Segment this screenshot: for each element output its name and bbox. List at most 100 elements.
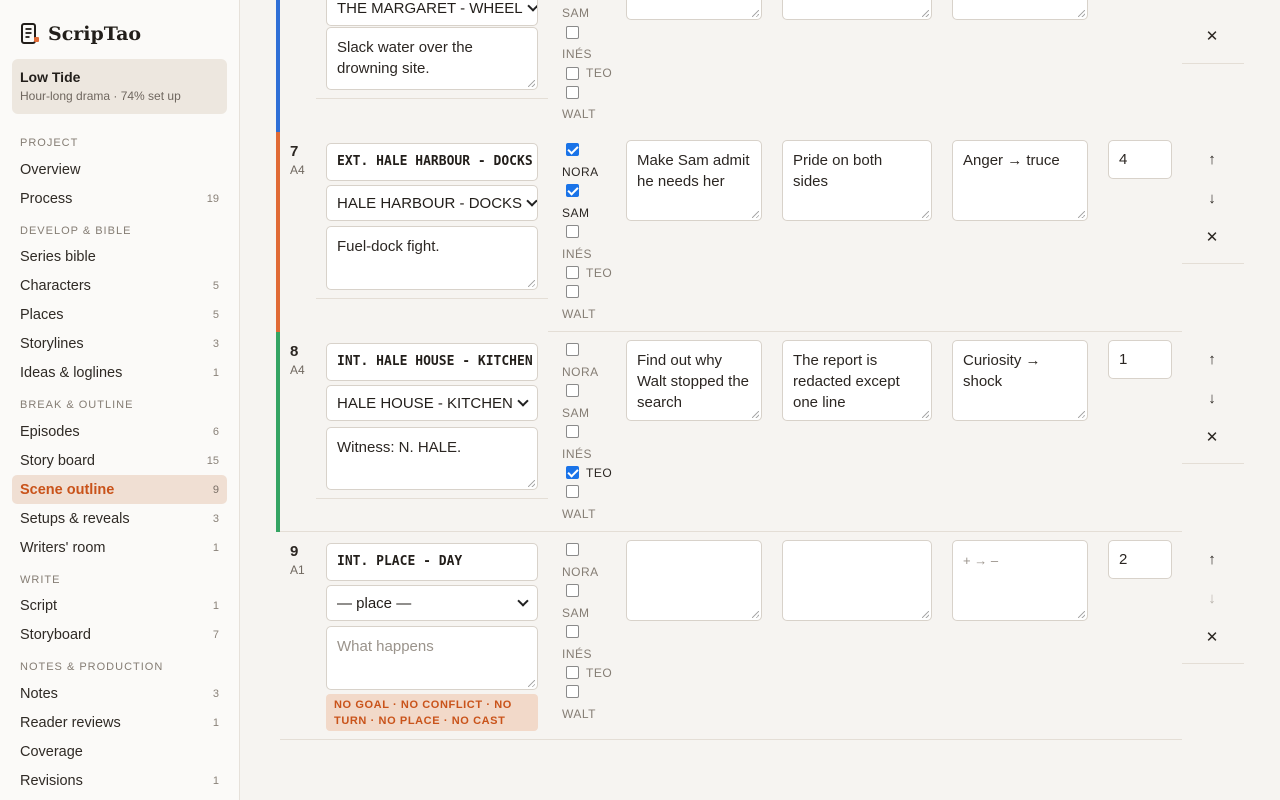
cast-checkbox-nora[interactable] xyxy=(566,143,579,156)
place-select[interactable]: HALE HOUSE - KITCHEN xyxy=(326,385,538,421)
cast-label-nora: NORA xyxy=(562,165,599,179)
cast-label-walt: WALT xyxy=(562,107,596,121)
cast-checkbox-teo[interactable] xyxy=(566,67,579,80)
cast-checkbox-ines[interactable] xyxy=(566,625,579,638)
scene-outline-main: THE MARGARET - WHEEL Slack water over th… xyxy=(240,0,1280,800)
arrow-down-icon: ↓ xyxy=(1208,189,1216,207)
cast-checkbox-sam[interactable] xyxy=(566,184,579,197)
sidebar-item-writers-room[interactable]: Writers' room 1 xyxy=(12,533,227,562)
sidebar-item-episodes[interactable]: Episodes 6 xyxy=(12,417,227,446)
cast-checkbox-walt[interactable] xyxy=(566,485,579,498)
conflict-textarea[interactable] xyxy=(782,540,932,621)
nav-label: Series bible xyxy=(20,248,96,265)
sidebar-item-scene-outline[interactable]: Scene outline 9 xyxy=(12,475,227,504)
move-up-button[interactable]: ↑ xyxy=(1182,340,1242,378)
nav-label: Notes xyxy=(20,685,58,702)
conflict-textarea[interactable]: The report is redacted except one line xyxy=(782,340,932,421)
sidebar-item-ideas-loglines[interactable]: Ideas & loglines 1 xyxy=(12,358,227,387)
nav-label: Ideas & loglines xyxy=(20,364,123,381)
project-title: Low Tide xyxy=(20,69,81,85)
cast-checkbox-ines[interactable] xyxy=(566,425,579,438)
project-card[interactable]: Low Tide Hour-long drama · 74% set up xyxy=(12,59,227,114)
place-select-value: — place — xyxy=(337,594,412,612)
nav-count: 15 xyxy=(206,454,219,467)
place-select-value: THE MARGARET - WHEEL xyxy=(337,0,523,17)
cast-checkbox-sam[interactable] xyxy=(566,584,579,597)
move-up-button[interactable]: ↑ xyxy=(1182,140,1242,178)
cast-checkbox-sam[interactable] xyxy=(566,384,579,397)
app-logo[interactable]: ScripTao xyxy=(20,22,141,46)
cast-label-sam: SAM xyxy=(562,206,590,220)
sidebar-item-coverage[interactable]: Coverage xyxy=(12,737,227,766)
slugline-input[interactable]: INT. PLACE - DAY xyxy=(326,543,538,581)
cast-label-sam: SAM xyxy=(562,606,590,620)
cast-checkbox-nora[interactable] xyxy=(566,543,579,556)
cast-checkbox-teo[interactable] xyxy=(566,666,579,679)
cast-checkbox-teo[interactable] xyxy=(566,466,579,479)
arrow-down-icon: ↓ xyxy=(1208,589,1216,607)
sidebar-item-places[interactable]: Places 5 xyxy=(12,300,227,329)
tension-input[interactable]: 1 xyxy=(1108,340,1172,379)
turn-textarea[interactable]: + → – xyxy=(952,540,1088,621)
tension-input[interactable]: 2 xyxy=(1108,540,1172,579)
remove-scene-button[interactable]: ✕ xyxy=(1182,418,1242,456)
cast-checkbox-walt[interactable] xyxy=(566,685,579,698)
slugline-input[interactable]: EXT. HALE HARBOUR - DOCKS - NIGHT xyxy=(326,143,538,181)
summary-textarea[interactable]: Fuel-dock fight. xyxy=(326,226,538,290)
nav-label: Reader reviews xyxy=(20,714,121,731)
cast-checkbox-walt[interactable] xyxy=(566,285,579,298)
scene-act: A1 xyxy=(290,563,305,577)
cast-checkbox-teo[interactable] xyxy=(566,266,579,279)
sidebar-item-notes[interactable]: Notes 3 xyxy=(12,679,227,708)
cast-label-walt: WALT xyxy=(562,307,596,321)
sidebar-item-process[interactable]: Process 19 xyxy=(12,184,227,213)
turn-textarea[interactable]: Curiosity → shock xyxy=(952,340,1088,421)
conflict-textarea[interactable] xyxy=(782,0,932,20)
scene-number: 8 xyxy=(290,343,299,360)
place-select[interactable]: — place — xyxy=(326,585,538,621)
move-up-button[interactable]: ↑ xyxy=(1182,540,1242,578)
goal-textarea[interactable]: Make Sam admit he needs her xyxy=(626,140,762,221)
cast-label-walt: WALT xyxy=(562,707,596,721)
move-down-button[interactable]: ↓ xyxy=(1182,379,1242,417)
remove-scene-button[interactable]: ✕ xyxy=(1182,218,1242,256)
sidebar-item-series-bible[interactable]: Series bible xyxy=(12,242,227,271)
remove-scene-button[interactable]: ✕ xyxy=(1182,17,1242,55)
sidebar-item-overview[interactable]: Overview xyxy=(12,155,227,184)
turn-textarea[interactable]: Anger → truce xyxy=(952,140,1088,221)
sidebar-item-reader-reviews[interactable]: Reader reviews 1 xyxy=(12,708,227,737)
sidebar-item-setups-reveals[interactable]: Setups & reveals 3 xyxy=(12,504,227,533)
nav-count: 1 xyxy=(212,599,219,612)
section-project: PROJECT xyxy=(20,137,79,149)
sidebar-item-storylines[interactable]: Storylines 3 xyxy=(12,329,227,358)
slugline-input[interactable]: INT. HALE HOUSE - KITCHEN - DAY xyxy=(326,343,538,381)
chevron-down-icon xyxy=(526,0,537,12)
goal-textarea[interactable]: Find out why Walt stopped the search xyxy=(626,340,762,421)
sidebar-item-story-board[interactable]: Story board 15 xyxy=(12,446,227,475)
section-notes-production: NOTES & PRODUCTION xyxy=(20,661,164,673)
move-down-button[interactable]: ↓ xyxy=(1182,179,1242,217)
summary-textarea[interactable]: Witness: N. HALE. xyxy=(326,427,538,490)
cast-checkbox-ines[interactable] xyxy=(566,225,579,238)
tension-input[interactable]: 4 xyxy=(1108,140,1172,179)
place-select[interactable]: THE MARGARET - WHEEL xyxy=(326,0,538,26)
cast-checkbox-walt[interactable] xyxy=(566,86,579,99)
sidebar-item-revisions[interactable]: Revisions 1 xyxy=(12,766,227,795)
goal-textarea[interactable] xyxy=(626,0,762,20)
remove-scene-button[interactable]: ✕ xyxy=(1182,618,1242,656)
summary-textarea[interactable]: Slack water over the drowning site. xyxy=(326,27,538,90)
cast-checkbox-nora[interactable] xyxy=(566,343,579,356)
goal-textarea[interactable] xyxy=(626,540,762,621)
nav-count: 1 xyxy=(212,716,219,729)
sidebar-item-characters[interactable]: Characters 5 xyxy=(12,271,227,300)
place-select[interactable]: HALE HARBOUR - DOCKS xyxy=(326,185,538,221)
sidebar-item-storyboard[interactable]: Storyboard 7 xyxy=(12,620,227,649)
turn-textarea[interactable] xyxy=(952,0,1088,20)
cast-checkbox-ines[interactable] xyxy=(566,26,579,39)
sidebar-item-script[interactable]: Script 1 xyxy=(12,591,227,620)
arrow-up-icon: ↑ xyxy=(1208,150,1216,168)
cast-label-walt: WALT xyxy=(562,507,596,521)
conflict-textarea[interactable]: Pride on both sides xyxy=(782,140,932,221)
summary-textarea[interactable]: What happens xyxy=(326,626,538,690)
nav-label: Overview xyxy=(20,161,81,178)
